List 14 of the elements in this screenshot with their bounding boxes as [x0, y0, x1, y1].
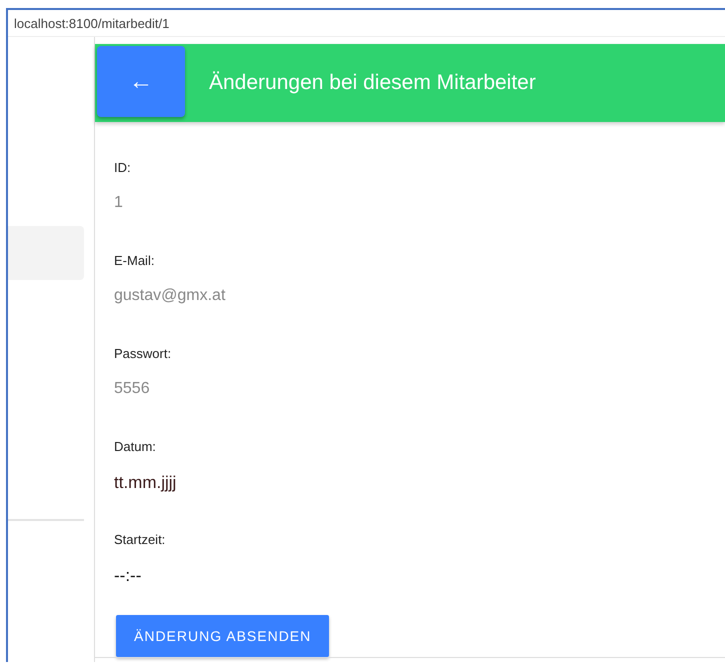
field-label: E-Mail: [114, 253, 156, 270]
sidebar-item[interactable] [8, 226, 84, 280]
field-value: 5556 [114, 380, 150, 397]
field-label: ID: [114, 160, 132, 177]
field-label: Datum: [114, 439, 157, 456]
address-bar[interactable]: localhost:8100/mitarbedit/1 [8, 10, 725, 37]
submit-button[interactable]: ÄNDERUNG ABSENDEN [116, 615, 330, 657]
page-title: Änderungen bei diesem Mitarbeiter [209, 71, 536, 95]
input-field[interactable]: --:-- [114, 566, 142, 585]
back-button[interactable]: ← [97, 46, 185, 117]
field-label: Startzeit: [114, 532, 166, 549]
input-field[interactable]: tt.mm.jjjj [114, 473, 176, 492]
field-value: 1 [114, 194, 123, 211]
field-label: Passwort: [114, 346, 172, 363]
